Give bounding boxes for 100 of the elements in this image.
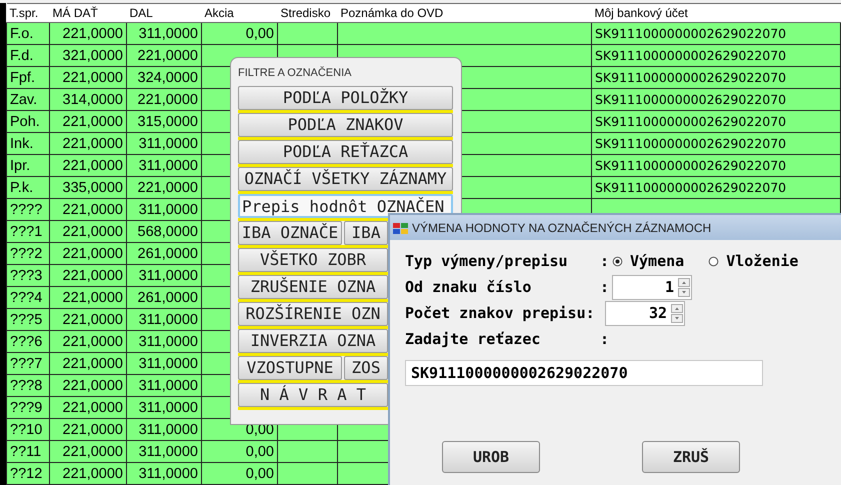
field-label: Zadajte reťazec (405, 328, 542, 350)
filter-button[interactable]: PODĽA POLOŽKY (238, 86, 453, 110)
table-cell: 568,0000 (126, 220, 202, 242)
table-cell: SK9111000000002629022070 (592, 154, 840, 176)
table-cell: ??10 (6, 418, 50, 440)
table-cell: 221,0000 (50, 352, 126, 374)
table-cell: ???5 (6, 308, 50, 330)
filter-button[interactable]: VZOSTUPNE (238, 356, 342, 380)
table-cell: Fpf. (6, 66, 50, 88)
table-cell: 311,0000 (126, 374, 202, 396)
radio-label[interactable]: Vloženie (726, 250, 798, 272)
table-cell: 314,0000 (50, 88, 126, 110)
table-cell: 261,0000 (126, 286, 202, 308)
table-cell: 221,0000 (50, 242, 126, 264)
table-cell: 311,0000 (126, 22, 202, 44)
radio-icon[interactable] (708, 256, 720, 266)
table-cell: 311,0000 (126, 330, 202, 352)
filter-button[interactable]: IBA (344, 221, 388, 245)
table-cell: ???2 (6, 242, 50, 264)
table-cell: ???3 (6, 264, 50, 286)
filter-button[interactable]: PODĽA ZNAKOV (238, 113, 453, 137)
table-cell: 335,0000 (50, 176, 126, 198)
panel-title: FILTRE A OZNAČENIA (238, 66, 352, 80)
filter-button[interactable]: ZRUŠENIE OZNA (238, 275, 388, 299)
table-cell: 221,0000 (50, 330, 126, 352)
radio-selected-icon[interactable] (612, 256, 623, 266)
table-cell: 221,0000 (50, 374, 126, 396)
table-cell: 221,0000 (50, 440, 126, 462)
filter-button[interactable]: IBA OZNAČE (238, 221, 342, 245)
table-cell: F.o. (6, 22, 50, 44)
text-field[interactable]: SK9111000000002629022070 (405, 360, 763, 386)
table-cell: 221,0000 (50, 396, 126, 418)
filter-button[interactable]: ROZŠÍRENIE OZN (238, 302, 388, 326)
table-cell: SK9111000000002629022070 (592, 22, 840, 44)
table-cell: 221,0000 (50, 286, 126, 308)
table-cell: Ink. (6, 132, 50, 154)
table-cell: 311,0000 (126, 440, 202, 462)
table-cell: 311,0000 (126, 198, 202, 220)
table-cell: Zav. (6, 88, 50, 110)
filter-button[interactable]: N Á V R A T (238, 383, 388, 407)
filter-button[interactable]: PODĽA REŤAZCA (238, 140, 453, 164)
table-cell: 221,0000 (50, 220, 126, 242)
table-cell: 221,0000 (50, 132, 126, 154)
window-title: VÝMENA HODNOTY NA OZNAČENÝCH ZÁZNAMOCH (412, 220, 712, 236)
table-cell: 311,0000 (126, 396, 202, 418)
table-cell: ???7 (6, 352, 50, 374)
table-cell: F.d. (6, 44, 50, 66)
table-cell: SK9111000000002629022070 (592, 132, 840, 154)
table-cell: 221,0000 (126, 176, 202, 198)
spin-arrows-icon[interactable] (671, 304, 683, 322)
filter-button[interactable]: INVERZIA OZNA (238, 329, 388, 353)
table-cell: 321,0000 (50, 44, 126, 66)
table-cell: 311,0000 (126, 418, 202, 440)
table-cell: Ipr. (6, 154, 50, 176)
table-cell: Poh. (6, 110, 50, 132)
colon-text: : (600, 276, 610, 298)
table-cell: 311,0000 (126, 308, 202, 330)
column-header: Môj bankový účet (592, 4, 840, 22)
field-label: Typ výmeny/prepisu (405, 250, 569, 272)
table-cell: SK9111000000002629022070 (592, 44, 840, 66)
focused-button[interactable]: Prepis hodnôt OZNAČEN (238, 194, 453, 218)
filter-button[interactable]: ZOS (344, 356, 388, 380)
table-cell: 221,0000 (50, 308, 126, 330)
table-cell: 221,0000 (50, 66, 126, 88)
table-cell: ??12 (6, 462, 50, 484)
table-cell: 0,00 (202, 462, 278, 484)
table-cell: 221,0000 (126, 44, 202, 66)
table-cell: ???6 (6, 330, 50, 352)
colon-text: : (600, 250, 610, 272)
column-header: Poznámka do OVD (338, 4, 592, 22)
table-cell: ???4 (6, 286, 50, 308)
table-cell: 315,0000 (126, 110, 202, 132)
table-cell: SK9111000000002629022070 (592, 66, 840, 88)
field-label: Od znaku číslo (405, 276, 532, 298)
table-cell: ??11 (6, 440, 50, 462)
table-cell: 261,0000 (126, 242, 202, 264)
spin-field[interactable]: 32 (605, 300, 685, 326)
table-cell: 221,0000 (50, 154, 126, 176)
table-cell: 311,0000 (126, 132, 202, 154)
table-cell: 221,0000 (50, 418, 126, 440)
spin-arrows-icon[interactable] (678, 278, 690, 296)
filter-button[interactable]: VŠETKO ZOBR (238, 248, 388, 272)
table-cell: 221,0000 (50, 264, 126, 286)
colon-text: : (600, 328, 610, 350)
table-cell: ???9 (6, 396, 50, 418)
radio-label[interactable]: Výmena (630, 250, 684, 272)
table-cell: ???1 (6, 220, 50, 242)
field-label: Počet znakov prepisu: (405, 302, 596, 324)
table-cell: 311,0000 (126, 462, 202, 484)
table-cell: 311,0000 (126, 154, 202, 176)
spin-field[interactable]: 1 (612, 274, 692, 300)
window-icon (393, 220, 409, 234)
dialog-button[interactable]: ZRUŠ (642, 441, 740, 473)
table-cell: 221,0000 (126, 88, 202, 110)
filter-button[interactable]: OZNAČÍ VŠETKY ZÁZNAMY (238, 167, 453, 191)
table-cell: 221,0000 (50, 22, 126, 44)
table-cell: 0,00 (202, 440, 278, 462)
table-cell: 324,0000 (126, 66, 202, 88)
table-cell: 311,0000 (126, 352, 202, 374)
dialog-button[interactable]: UROB (442, 441, 540, 473)
